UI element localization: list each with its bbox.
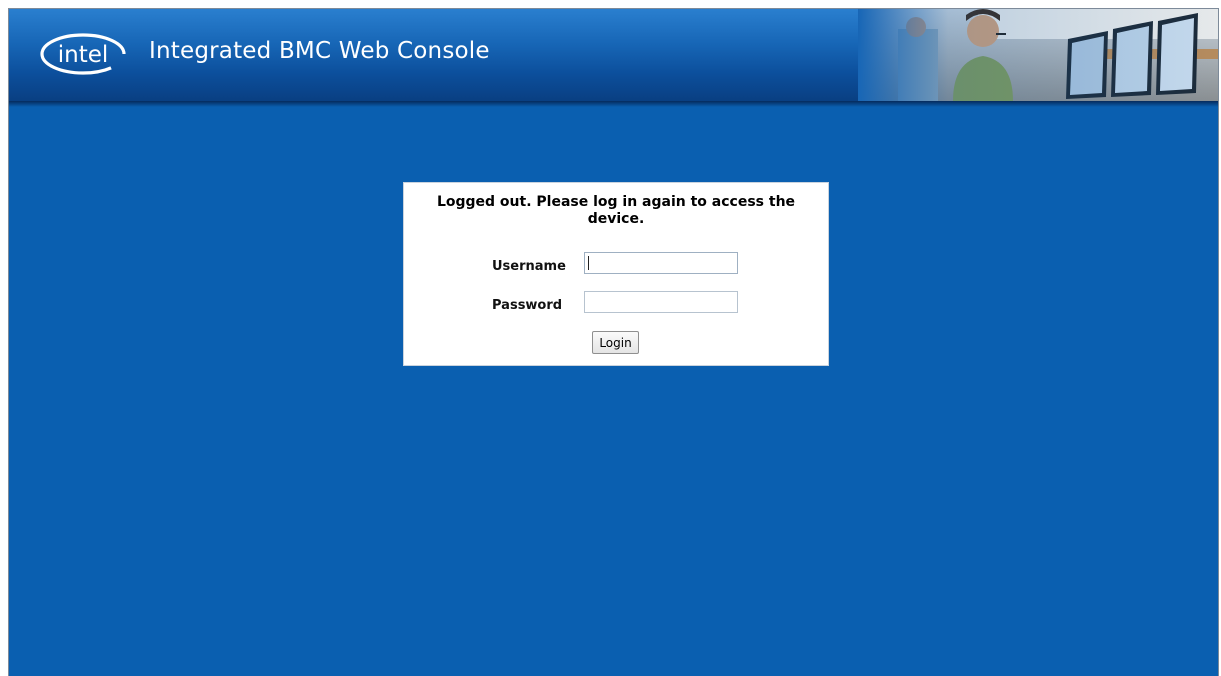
console-header: intel Integrated BMC Web Console — [9, 9, 1218, 101]
header-divider — [9, 101, 1218, 107]
password-input[interactable] — [584, 291, 738, 313]
username-label: Username — [492, 259, 566, 274]
browser-viewport: intel Integrated BMC Web Console Logged … — [8, 8, 1219, 676]
console-title: Integrated BMC Web Console — [149, 38, 490, 64]
text-cursor — [588, 256, 589, 270]
logout-message: Logged out. Please log in again to acces… — [436, 194, 796, 227]
password-label: Password — [492, 298, 563, 313]
svg-text:intel: intel — [58, 42, 109, 68]
intel-logo: intel — [40, 33, 126, 75]
operator-at-workstation-photo — [858, 9, 1218, 101]
login-button[interactable]: Login — [592, 331, 639, 354]
login-panel: Logged out. Please log in again to acces… — [403, 182, 829, 366]
username-input[interactable] — [584, 252, 738, 274]
